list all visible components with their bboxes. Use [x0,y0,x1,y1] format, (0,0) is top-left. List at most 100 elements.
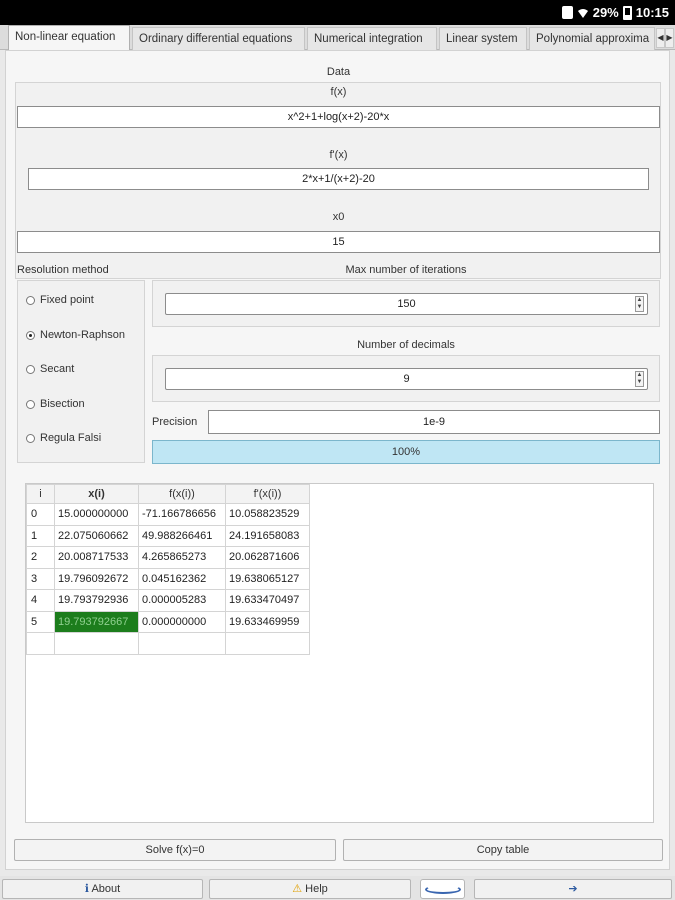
next-button[interactable]: ➔ [474,879,672,899]
info-icon: ℹ︎ [84,883,89,895]
radio-button[interactable] [26,399,35,409]
cell-empty[interactable] [26,632,55,655]
cell-empty[interactable] [138,632,226,655]
solve-button[interactable]: Solve f(x)=0 [14,839,336,861]
results-table-area: i x(i) f(x(i)) f'(x(i)) 0 15.000000000 -… [25,483,654,823]
bottom-bar: ℹ︎ About ⚠︎ Help ➔ [0,876,675,900]
cell-x-root-highlighted[interactable]: 19.793792667 [54,610,139,633]
cell-dfx[interactable]: 10.058823529 [225,503,310,526]
cell-dfx[interactable]: 19.633469959 [225,610,310,633]
spinner-arrows-icon[interactable]: ▲ ▼ [635,296,644,312]
radio-button[interactable] [26,433,35,443]
x0-label: x0 [332,211,345,223]
table-row[interactable]: 4 19.793792936 0.000005283 19.633470497 [26,589,310,612]
status-icons: 29% 10:15 [561,5,669,20]
help-label: Help [305,883,328,895]
help-button[interactable]: ⚠︎ Help [209,879,411,899]
non-linear-equation-panel: Data f(x) x^2+1+log(x+2)-20*x f'(x) 2*x+… [5,50,670,870]
cell-dfx[interactable]: 19.633470497 [225,589,310,612]
cell-dfx[interactable]: 20.062871606 [225,546,310,569]
table-row[interactable]: 5 19.793792667 0.000000000 19.633469959 [26,610,310,633]
decimals-label: Number of decimals [357,339,455,351]
cell-fx[interactable]: -71.166786656 [138,503,226,526]
cell-i[interactable]: 3 [26,567,55,590]
cell-i[interactable]: 5 [26,610,55,633]
dfx-label: f'(x) [329,149,348,161]
clock: 10:15 [635,5,669,20]
dfx-input[interactable]: 2*x+1/(x+2)-20 [28,168,649,190]
decimals-spinner[interactable]: 9 ▲ ▼ [165,368,648,390]
cell-dfx[interactable]: 24.191658083 [225,524,310,547]
radio-label: Bisection [40,398,85,410]
max-iterations-value: 150 [397,298,416,310]
cell-fx[interactable]: 49.988266461 [138,524,226,547]
precision-label: Precision [152,416,198,428]
radio-label: Secant [40,363,75,375]
radio-button[interactable] [26,295,35,305]
cell-i[interactable]: 2 [26,546,55,569]
radio-label: Regula Falsi [40,432,102,444]
logo-icon[interactable] [420,879,465,899]
radio-button[interactable] [26,364,35,374]
spinner-arrows-icon[interactable]: ▲ ▼ [635,371,644,387]
status-bar: 29% 10:15 [0,0,675,25]
fx-input[interactable]: x^2+1+log(x+2)-20*x [17,106,660,128]
column-header-dfx[interactable]: f'(x(i)) [225,484,310,504]
cell-x[interactable]: 20.008717533 [54,546,139,569]
tab-bar: Non-linear equation Ordinary differentia… [0,25,675,50]
table-row[interactable]: 2 20.008717533 4.265865273 20.062871606 [26,546,310,569]
tab-linear-system[interactable]: Linear system [439,27,527,50]
cell-fx[interactable]: 0.000005283 [138,589,226,612]
cell-x[interactable]: 15.000000000 [54,503,139,526]
cell-x[interactable]: 19.793792936 [54,589,139,612]
column-header-fx[interactable]: f(x(i)) [138,484,226,504]
table-row-empty[interactable] [26,632,310,655]
cell-x[interactable]: 19.796092672 [54,567,139,590]
precision-input[interactable]: 1e-9 [208,410,660,434]
x0-input[interactable]: 15 [17,231,660,253]
wifi-icon [577,7,589,19]
cell-empty[interactable] [225,632,310,655]
radio-label: Newton-Raphson [40,329,125,341]
max-iterations-spinner[interactable]: 150 ▲ ▼ [165,293,648,315]
radio-button-checked[interactable] [26,330,35,340]
cell-i[interactable]: 0 [26,503,55,526]
column-header-i[interactable]: i [26,484,55,504]
cell-fx[interactable]: 0.045162362 [138,567,226,590]
radio-bisection[interactable]: Bisection [26,398,85,410]
tab-scroll-left-icon[interactable]: ◀ [656,28,665,48]
fx-label: f(x) [330,86,347,98]
cell-i[interactable]: 4 [26,589,55,612]
tab-ordinary-differential-equations[interactable]: Ordinary differential equations [132,27,305,50]
radio-newton-raphson[interactable]: Newton-Raphson [26,329,125,341]
table-row[interactable]: 0 15.000000000 -71.166786656 10.05882352… [26,503,310,526]
about-button[interactable]: ℹ︎ About [2,879,203,899]
cell-i[interactable]: 1 [26,524,55,547]
resolution-method-group: Fixed point Newton-Raphson Secant Bisect… [17,280,145,463]
decimals-value: 9 [403,373,410,385]
cell-fx[interactable]: 4.265865273 [138,546,226,569]
battery-icon [622,5,632,20]
max-iterations-label: Max number of iterations [345,264,467,276]
cell-dfx[interactable]: 19.638065127 [225,567,310,590]
arrow-right-icon: ➔ [568,883,578,895]
cell-empty[interactable] [54,632,139,655]
column-header-x[interactable]: x(i) [54,484,139,504]
about-label: About [91,883,121,895]
resolution-method-label: Resolution method [17,264,109,276]
sim-card-icon [561,6,573,19]
cell-x[interactable]: 22.075060662 [54,524,139,547]
tab-polynomial-approximation[interactable]: Polynomial approxima [529,27,655,50]
tab-numerical-integration[interactable]: Numerical integration [307,27,437,50]
table-row[interactable]: 3 19.796092672 0.045162362 19.638065127 [26,567,310,590]
data-title: Data [326,66,351,78]
cell-fx[interactable]: 0.000000000 [138,610,226,633]
radio-regula-falsi[interactable]: Regula Falsi [26,432,101,444]
tab-non-linear-equation[interactable]: Non-linear equation [8,25,130,50]
radio-fixed-point[interactable]: Fixed point [26,294,94,306]
radio-secant[interactable]: Secant [26,363,74,375]
radio-label: Fixed point [40,294,94,306]
tab-scroll-right-icon[interactable]: ▶ [665,28,674,48]
table-row[interactable]: 1 22.075060662 49.988266461 24.191658083 [26,524,310,547]
copy-table-button[interactable]: Copy table [343,839,663,861]
